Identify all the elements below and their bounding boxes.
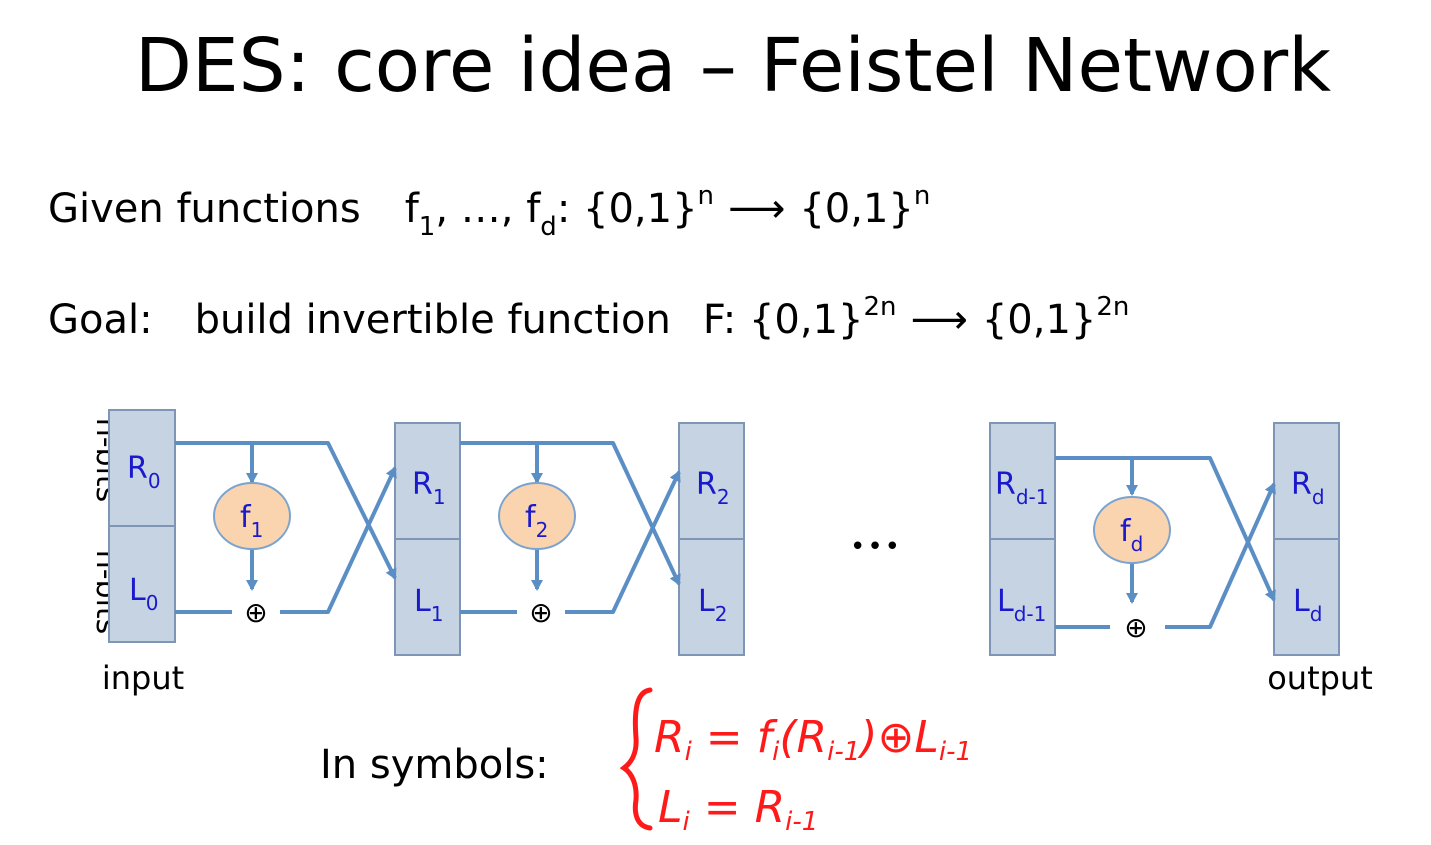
register-stage-2: R2 L2 — [678, 422, 745, 656]
xor-d-icon: ⊕ — [1124, 611, 1147, 644]
register-stage-d-1: Rd-1 Ld-1 — [989, 422, 1056, 656]
register-stage-d: Rd Ld — [1273, 422, 1340, 656]
wire-xor2-out — [565, 470, 681, 614]
xor-2-icon: ⊕ — [529, 596, 552, 629]
given-label: Given functions — [48, 186, 361, 232]
wire-xord-out — [1165, 482, 1276, 629]
feistel-slide-canvas: DES: core idea – Feistel Network Given f… — [48, 23, 1373, 837]
page-title: DES: core idea – Feistel Network — [135, 23, 1331, 109]
register-stage-0: R0 L0 — [108, 409, 176, 643]
slide: DES: core idea – Feistel Network Given f… — [0, 0, 1431, 845]
round-function-d: fd — [1093, 496, 1171, 564]
goal-line: Goal: build invertible function F: {0,1}2n… — [48, 292, 1129, 343]
output-label: output — [1267, 659, 1373, 697]
rounds-ellipsis: ••• — [850, 532, 902, 562]
input-label: input — [102, 659, 184, 697]
round-function-2: f2 — [498, 482, 576, 550]
xor-1-icon: ⊕ — [244, 596, 267, 629]
handwritten-brace — [619, 687, 653, 831]
handwritten-equation-1: Ri = fi(Ri-1)⊕Li-1 — [654, 712, 972, 767]
handwritten-equation-2: Li = Ri-1 — [658, 782, 818, 837]
in-symbols-label: In symbols: — [320, 742, 549, 788]
register-stage-1: R1 L1 — [394, 422, 461, 656]
given-line: Given functions f1, …, fd: {0,1}n ⟶ {0,1}n — [48, 181, 930, 242]
round-function-1: f1 — [213, 482, 291, 550]
goal-label: Goal: — [48, 297, 153, 343]
